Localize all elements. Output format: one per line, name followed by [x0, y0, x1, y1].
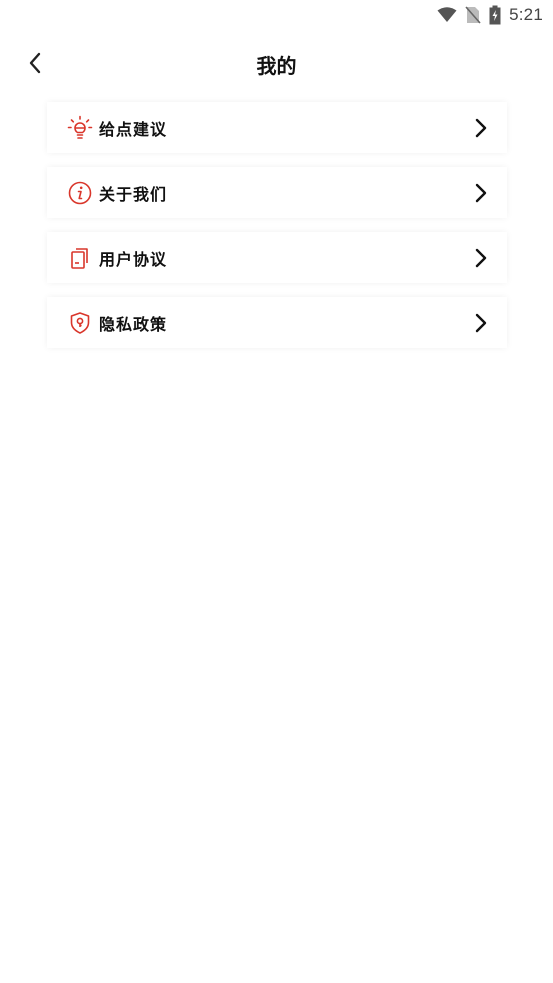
chevron-right-icon [473, 183, 489, 203]
menu-item-label: 给点建议 [99, 119, 168, 139]
menu-item-privacy-policy[interactable]: 隐私政策 [47, 297, 507, 348]
menu-item-about-us[interactable]: 关于我们 [47, 167, 507, 218]
menu-item-label: 关于我们 [99, 184, 168, 204]
lightbulb-icon [67, 115, 93, 141]
menu-item-user-agreement[interactable]: 用户协议 [47, 232, 507, 283]
page-title: 我的 [256, 54, 297, 78]
chevron-right-icon [473, 248, 489, 268]
status-bar: 5:21 [0, 0, 553, 30]
menu-item-label: 隐私政策 [99, 314, 168, 334]
status-time: 5:21 [509, 5, 543, 24]
status-icons: 5:21 [437, 4, 543, 26]
menu-list: 给点建议 关于我们 用户协议 隐私政策 [47, 102, 507, 362]
header: 我的 [0, 40, 553, 88]
battery-charging-icon [489, 5, 501, 25]
menu-item-label: 用户协议 [99, 249, 168, 269]
info-icon [67, 180, 93, 206]
shield-icon [67, 310, 93, 336]
chevron-right-icon [473, 118, 489, 138]
menu-item-suggestions[interactable]: 给点建议 [47, 102, 507, 153]
screen: 5:21 我的 给点建议 关于我们 用户协议 隐私政策 [0, 0, 553, 983]
wifi-icon [437, 7, 457, 23]
no-sim-icon [465, 6, 481, 24]
document-icon [67, 245, 93, 271]
chevron-right-icon [473, 313, 489, 333]
